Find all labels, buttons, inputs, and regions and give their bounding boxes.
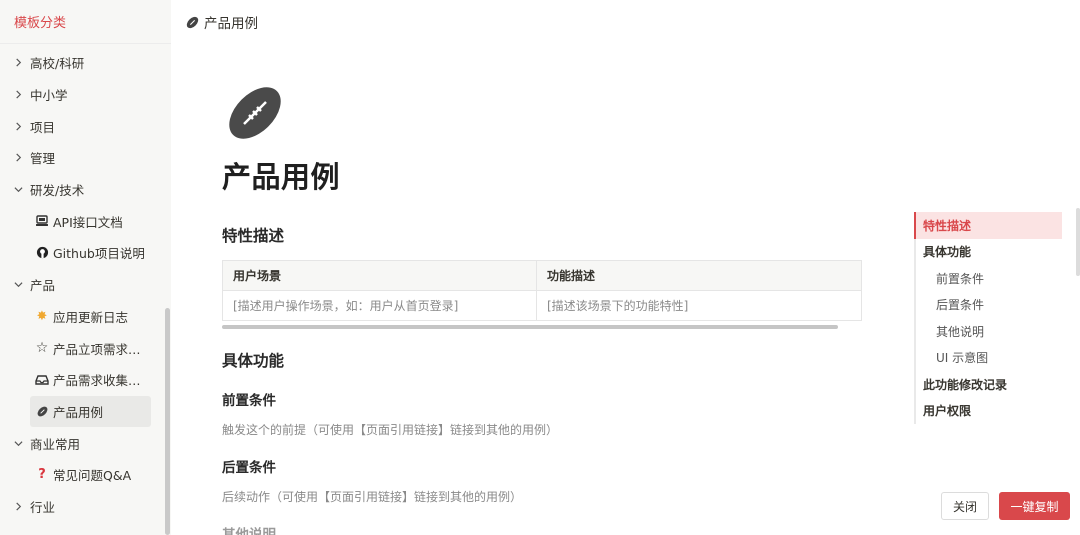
sidebar-item-product-use-case[interactable]: 产品用例 — [30, 395, 151, 428]
inbox-icon — [34, 372, 50, 388]
sidebar-item-label: 产品立项需求… — [53, 341, 141, 357]
sidebar-item-label: API接口文档 — [53, 214, 123, 230]
toc-item-user-permissions[interactable]: 用户权限 — [916, 398, 1062, 425]
one-click-copy-button[interactable]: 一键复制 — [999, 492, 1070, 520]
toc-item-change-log[interactable]: 此功能修改记录 — [916, 371, 1062, 398]
feature-table: 用户场景 功能描述 [描述用户操作场景，如：用户从首页登录] [描述该场景下的功… — [222, 260, 862, 321]
sidebar-item-label: Github项目说明 — [53, 246, 145, 262]
table-horizontal-scrollbar[interactable] — [222, 325, 838, 329]
heading-postconditions[interactable]: 后置条件 — [222, 456, 882, 476]
chevron-down-icon — [14, 280, 30, 289]
football-icon — [34, 403, 50, 419]
chevron-right-icon — [14, 122, 30, 131]
sidebar-item-label: 中小学 — [30, 88, 68, 104]
sidebar-item-label: 产品用例 — [53, 404, 104, 420]
sidebar-item-label: 应用更新日志 — [53, 309, 129, 325]
sparkle-icon: ✸ — [36, 308, 48, 324]
sidebar-header: 模板分类 — [0, 0, 171, 44]
sidebar-item-requirements-collection[interactable]: 产品需求收集… — [0, 364, 151, 396]
toc-item-feature-description[interactable]: 特性描述 — [914, 212, 1062, 239]
table-header-row: 用户场景 功能描述 — [222, 260, 862, 291]
sidebar-item-label: 产品需求收集… — [53, 373, 141, 389]
sidebar-item-label: 研发/技术 — [30, 183, 85, 199]
sidebar-item-industry[interactable]: 行业 — [0, 491, 171, 523]
table-cell[interactable]: [描述用户操作场景，如：用户从首页登录] — [222, 290, 537, 321]
football-icon[interactable] — [222, 80, 288, 146]
chevron-right-icon — [14, 502, 30, 511]
postconditions-text[interactable]: 后续动作（可使用【页面引用链接】链接到其他的用例） — [222, 488, 882, 505]
table-header-cell[interactable]: 用户场景 — [222, 260, 537, 291]
document-content: 产品用例 特性描述 用户场景 功能描述 [描述用户操作场景，如：用户从首页登录]… — [222, 80, 882, 535]
star-outline-icon: ☆ — [35, 340, 49, 357]
table-cell[interactable]: [描述该场景下的功能特性] — [536, 290, 862, 321]
sidebar-item-label: 商业常用 — [30, 436, 81, 452]
table-row: [描述用户操作场景，如：用户从首页登录] [描述该场景下的功能特性] — [222, 290, 862, 321]
sidebar-item-label: 管理 — [30, 151, 56, 167]
preconditions-text[interactable]: 触发这个的前提（可使用【页面引用链接】链接到其他的用例） — [222, 421, 882, 438]
sidebar-nav: 高校/科研 中小学 项目 管理 研发/技术 API接口文档 Github项目说明 — [0, 44, 171, 522]
sidebar-item-business[interactable]: 商业常用 — [0, 427, 171, 459]
toc-item-preconditions[interactable]: 前置条件 — [916, 265, 1062, 292]
sidebar-item-label: 产品 — [30, 278, 56, 294]
chevron-right-icon — [14, 90, 30, 99]
sidebar-item-label: 常见问题Q&A — [53, 468, 132, 484]
sidebar-scrollbar[interactable] — [165, 308, 170, 535]
heading-other-notes[interactable]: 其他说明 — [222, 523, 882, 535]
sidebar-item-project[interactable]: 项目 — [0, 110, 171, 142]
close-button[interactable]: 关闭 — [941, 492, 989, 520]
sidebar-item-k12[interactable]: 中小学 — [0, 79, 171, 111]
chevron-down-icon — [14, 185, 30, 194]
heading-preconditions[interactable]: 前置条件 — [222, 389, 882, 409]
toc-item-ui-sketch[interactable]: UI 示意图 — [916, 345, 1062, 372]
sidebar-item-universities[interactable]: 高校/科研 — [0, 47, 171, 79]
sidebar-item-label: 高校/科研 — [30, 56, 85, 72]
sidebar-item-label: 行业 — [30, 499, 56, 515]
table-header-cell[interactable]: 功能描述 — [536, 260, 862, 291]
sidebar-item-label: 项目 — [30, 119, 56, 135]
toc-item-postconditions[interactable]: 后置条件 — [916, 292, 1062, 319]
toc-item-other-notes[interactable]: 其他说明 — [916, 318, 1062, 345]
sidebar-item-management[interactable]: 管理 — [0, 142, 171, 174]
sidebar-item-rnd[interactable]: 研发/技术 — [0, 174, 171, 206]
sidebar-item-faq[interactable]: ? 常见问题Q&A — [0, 459, 151, 491]
section-feature-description[interactable]: 特性描述 — [222, 224, 882, 246]
breadcrumb-title[interactable]: 产品用例 — [204, 12, 258, 32]
page-title[interactable]: 产品用例 — [222, 154, 882, 196]
question-icon: ? — [38, 467, 46, 483]
template-sidebar: 模板分类 高校/科研 中小学 项目 管理 研发/技术 API接口文档 Githu — [0, 0, 171, 535]
github-icon — [34, 245, 50, 261]
topbar: 产品用例 — [171, 0, 1080, 44]
sidebar-item-changelog[interactable]: ✸ 应用更新日志 — [0, 301, 151, 333]
chevron-right-icon — [14, 153, 30, 162]
sidebar-item-github[interactable]: Github项目说明 — [0, 237, 151, 269]
table-of-contents: 特性描述 具体功能 前置条件 后置条件 其他说明 UI 示意图 此功能修改记录 … — [914, 212, 1062, 424]
football-icon — [185, 15, 200, 30]
laptop-icon — [34, 213, 50, 229]
chevron-right-icon — [14, 58, 30, 67]
sidebar-item-api-docs[interactable]: API接口文档 — [0, 205, 151, 237]
chevron-down-icon — [14, 439, 30, 448]
page-scrollbar[interactable] — [1076, 208, 1080, 276]
sidebar-item-product[interactable]: 产品 — [0, 269, 171, 301]
section-specific-features[interactable]: 具体功能 — [222, 349, 882, 371]
sidebar-item-product-requirements[interactable]: ☆ 产品立项需求… — [0, 332, 151, 364]
toc-item-specific-features[interactable]: 具体功能 — [916, 239, 1062, 266]
